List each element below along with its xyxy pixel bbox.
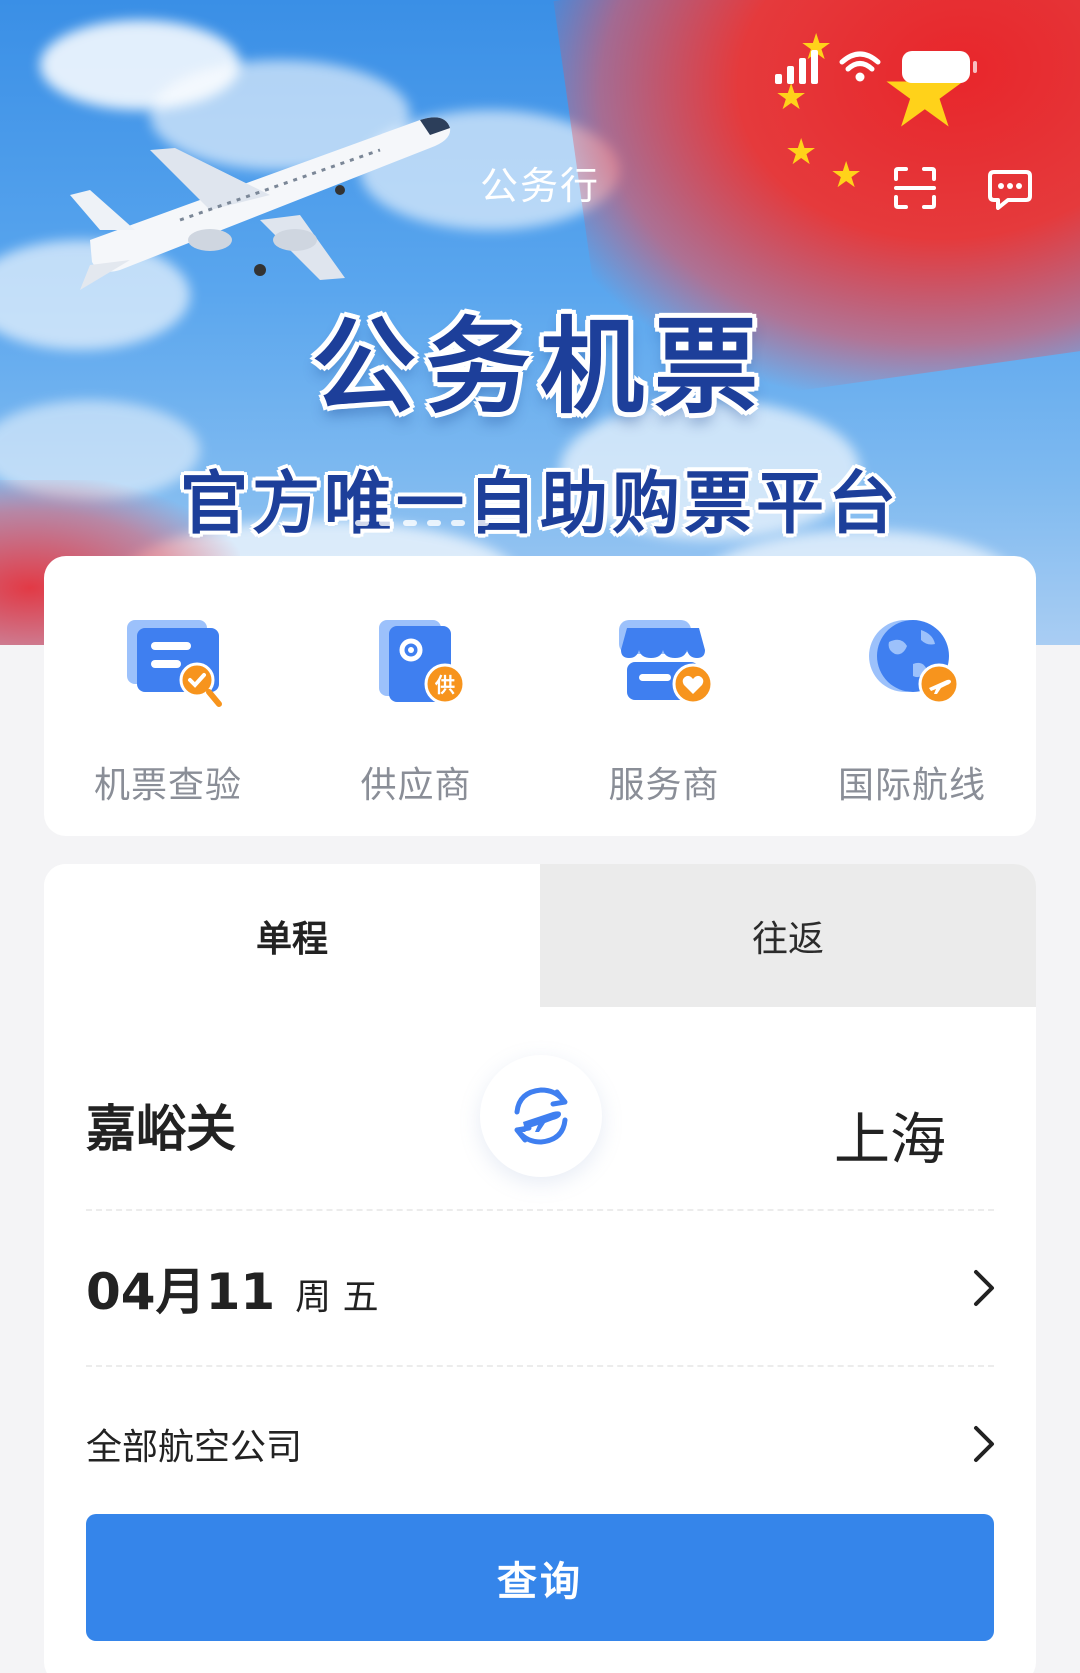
quick-entry-card: 机票查验 供 供应商 服务商 国际航线 bbox=[44, 556, 1036, 836]
quick-entry-label: 供应商 bbox=[360, 765, 472, 806]
quick-entry-label: 机票查验 bbox=[93, 765, 242, 806]
route-selector: 嘉峪关 上海 bbox=[44, 1007, 1036, 1209]
departure-weekday: 周 五 bbox=[295, 1277, 379, 1318]
hero-banner[interactable]: ★ ★ ★ ★ ★ 公务行 公务机票 官方唯一自助购票平台 bbox=[0, 0, 1080, 645]
swap-plane-icon bbox=[514, 1087, 568, 1145]
chevron-right-icon bbox=[974, 1270, 994, 1306]
banner-subhead: 官方唯一自助购票平台 bbox=[179, 465, 900, 544]
airline-selector[interactable]: 全部航空公司 bbox=[44, 1367, 1036, 1521]
airline-filter: 全部航空公司 bbox=[86, 1427, 303, 1468]
star-icon: ★ bbox=[775, 77, 808, 118]
banner-headline: 公务机票 bbox=[311, 305, 768, 428]
date-selector[interactable]: 04月11 周 五 bbox=[44, 1211, 1036, 1365]
cellular-signal-icon bbox=[775, 50, 818, 84]
departure-date: 04月11 bbox=[86, 1263, 276, 1321]
search-flights-button[interactable]: 查询 bbox=[86, 1514, 994, 1641]
international-route-icon bbox=[869, 620, 960, 705]
carousel-indicator bbox=[355, 520, 489, 526]
quick-entry-label: 国际航线 bbox=[837, 765, 986, 806]
supplier-icon: 供 bbox=[379, 620, 466, 705]
quick-entry-service-provider[interactable]: 服务商 bbox=[540, 556, 788, 836]
scan-icon[interactable] bbox=[892, 165, 938, 211]
quick-entry-label: 服务商 bbox=[608, 765, 720, 806]
departure-city[interactable]: 嘉峪关 bbox=[86, 1089, 236, 1161]
status-bar bbox=[775, 50, 977, 84]
battery-icon bbox=[902, 51, 977, 83]
quick-entry-ticket-check[interactable]: 机票查验 bbox=[44, 556, 292, 836]
arrival-city[interactable]: 上海 bbox=[834, 1095, 946, 1176]
swap-cities-button[interactable] bbox=[480, 1055, 602, 1177]
message-icon[interactable] bbox=[988, 168, 1032, 210]
tab-one-way[interactable]: 单程 bbox=[44, 864, 540, 1007]
wifi-icon bbox=[839, 51, 881, 82]
tab-round-trip[interactable]: 往返 bbox=[540, 864, 1036, 1007]
svg-text:供: 供 bbox=[434, 673, 455, 697]
quick-entry-international-route[interactable]: 国际航线 bbox=[788, 556, 1036, 836]
chevron-right-icon bbox=[974, 1426, 994, 1462]
quick-entry-supplier[interactable]: 供 供应商 bbox=[292, 556, 540, 836]
ticket-check-icon bbox=[127, 620, 222, 707]
flight-search-card: 单程 往返 嘉峪关 上海 04月11 周 五 全部航空公司 查询 bbox=[44, 864, 1036, 1673]
trip-type-tabs: 单程 往返 bbox=[44, 864, 1036, 1007]
service-provider-icon bbox=[619, 620, 714, 705]
